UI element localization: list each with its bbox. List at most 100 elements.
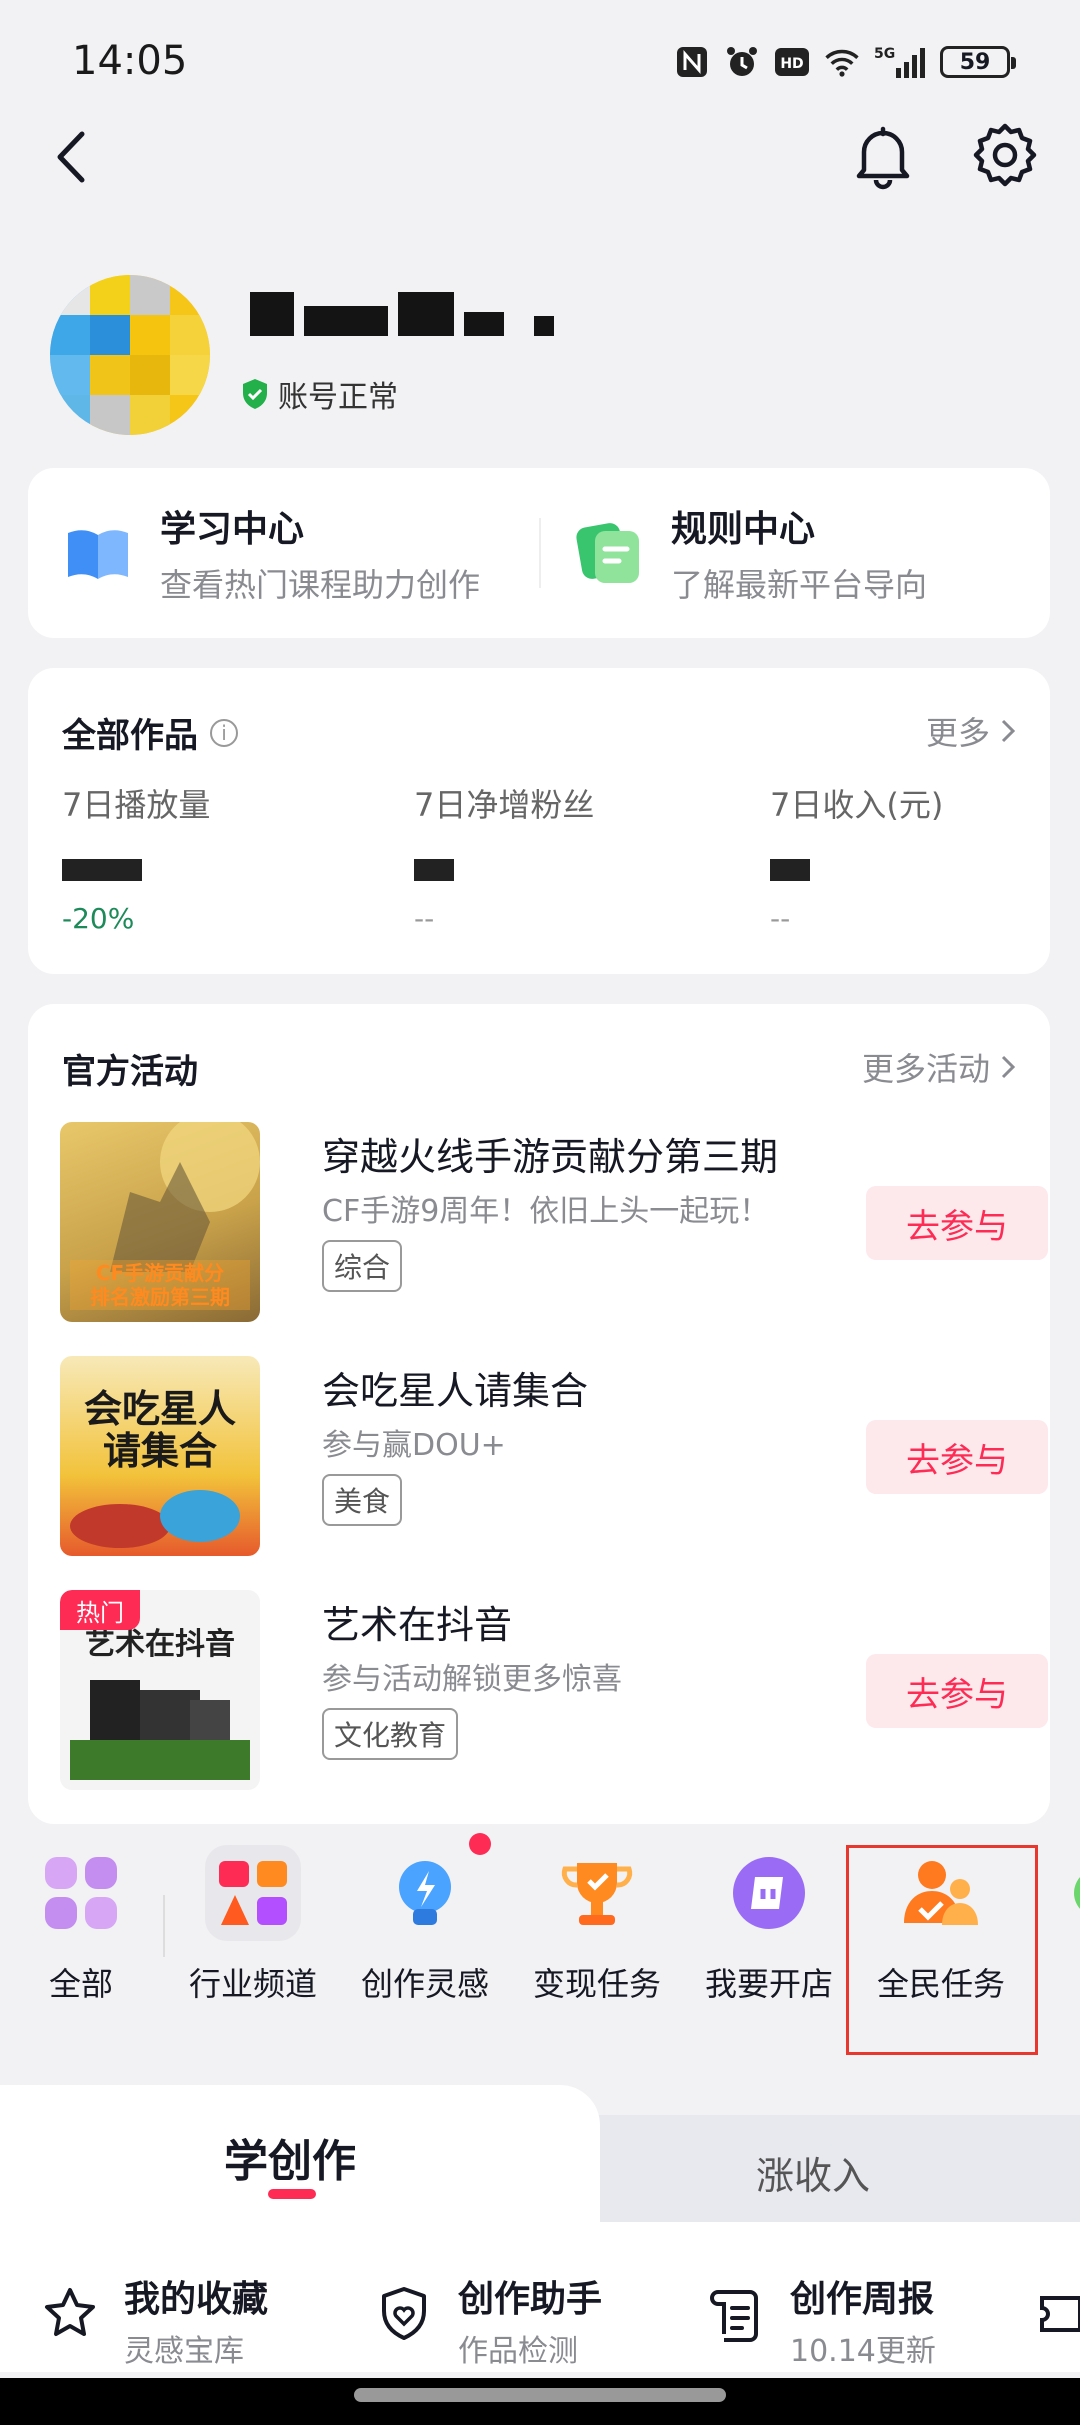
tool-label: 全部 xyxy=(48,1965,113,2003)
shortcut-assistant[interactable]: 创作助手 作品检测 xyxy=(374,2270,602,2370)
activity-item[interactable]: 会吃星人 请集合 会吃星人请集合 参与赢DOU+ 美食 去参与 xyxy=(60,1356,1048,1556)
activity-tag: 综合 xyxy=(322,1240,403,1292)
tab-learn-create-label: 学创作 xyxy=(224,2136,356,2187)
hot-badge: 热门 xyxy=(60,1590,140,1630)
stat-plays-change: -20% xyxy=(62,902,135,935)
stat-income-label: 7日收入(元) xyxy=(770,786,944,824)
redaction-block xyxy=(250,292,294,336)
activity-tag: 美食 xyxy=(322,1474,403,1526)
redaction-block xyxy=(398,292,454,336)
notifications-button[interactable] xyxy=(850,120,916,190)
stat-income-value xyxy=(770,846,943,886)
shop-icon xyxy=(721,1845,817,1941)
join-button[interactable]: 去参与 xyxy=(866,1420,1048,1494)
avatar[interactable] xyxy=(50,275,210,435)
activity-name: 艺术在抖音 xyxy=(322,1603,513,1647)
chevron-right-icon xyxy=(1001,1055,1016,1079)
activity-item[interactable]: CF手游贡献分 排名激励第三期 穿越火线手游贡献分第三期 CF手游9周年！依旧上… xyxy=(60,1122,1048,1322)
settings-button[interactable] xyxy=(970,120,1040,190)
join-button[interactable]: 去参与 xyxy=(866,1186,1048,1260)
partial-tool-icon xyxy=(1040,1845,1080,1941)
home-indicator[interactable] xyxy=(354,2388,726,2402)
shortcut-favorites[interactable]: 我的收藏 灵感宝库 xyxy=(40,2270,268,2370)
username-redacted xyxy=(250,290,554,338)
thumbnail-text: CF手游贡献分 xyxy=(96,1261,224,1285)
activity-name: 会吃星人请集合 xyxy=(322,1369,589,1413)
activities-more-link[interactable]: 更多活动 xyxy=(862,1044,1016,1090)
system-nav-bar xyxy=(0,2378,1080,2425)
status-bar: 14:05 HD 5G 59 xyxy=(0,0,1080,120)
account-status: 账号正常 xyxy=(240,372,398,416)
back-button[interactable] xyxy=(44,122,104,192)
tab-underline xyxy=(268,2189,316,2199)
activity-tag: 文化教育 xyxy=(322,1708,459,1760)
rules-center-subtitle: 了解最新平台导向 xyxy=(671,566,928,604)
shortcuts-row: 我的收藏 灵感宝库 创作助手 作品检测 创作周报 10.14更新 xyxy=(0,2222,1080,2372)
stat-plays-label: 7日播放量 xyxy=(62,786,211,824)
activity-thumbnail: CF手游贡献分 排名激励第三期 xyxy=(60,1122,260,1322)
redaction-block xyxy=(304,306,388,336)
stat-income[interactable]: 7日收入(元) -- xyxy=(770,780,943,935)
works-card: 全部作品 i 更多 7日播放量 -20% 7日净增粉丝 -- 7日收入(元) -… xyxy=(28,668,1050,974)
activity-desc: 参与赢DOU+ xyxy=(322,1428,506,1463)
chevron-right-icon xyxy=(1001,719,1016,743)
grid-icon xyxy=(33,1845,129,1941)
works-title: 全部作品 i xyxy=(62,708,238,757)
activity-thumbnail: 艺术在抖音 热门 xyxy=(60,1590,260,1790)
wifi-icon xyxy=(824,44,860,80)
works-more-link[interactable]: 更多 xyxy=(926,708,1016,754)
stat-followers-label: 7日净增粉丝 xyxy=(414,786,595,824)
redaction-block xyxy=(534,316,554,336)
shortcut-partial[interactable] xyxy=(1036,2270,1080,2344)
chevron-left-icon xyxy=(57,131,85,183)
stat-income-change: -- xyxy=(770,902,791,935)
battery-indicator: 59 xyxy=(940,46,1016,78)
tool-all[interactable]: 全部 xyxy=(0,1845,166,2005)
info-icon[interactable]: i xyxy=(210,718,238,747)
account-status-label: 账号正常 xyxy=(278,380,398,415)
tool-monetize[interactable]: 变现任务 xyxy=(512,1845,682,2005)
nfc-icon xyxy=(674,44,710,80)
network-label: 5G xyxy=(874,46,895,62)
ticket-icon xyxy=(1040,2296,1080,2332)
shortcut-weekly-report[interactable]: 创作周报 10.14更新 xyxy=(706,2270,936,2370)
tool-partial[interactable] xyxy=(1040,1845,1080,1941)
report-icon xyxy=(710,2290,758,2342)
tool-open-shop[interactable]: 我要开店 xyxy=(684,1845,854,2005)
stat-followers[interactable]: 7日净增粉丝 -- xyxy=(414,780,594,935)
tool-label: 行业频道 xyxy=(188,1965,317,2003)
stat-followers-value xyxy=(414,846,594,886)
star-icon xyxy=(45,2288,95,2336)
shield-heart-icon xyxy=(382,2287,426,2340)
rules-center[interactable]: 规则中心 了解最新平台导向 xyxy=(539,468,1050,638)
stat-plays-value xyxy=(62,846,210,886)
thumbnail-text: 排名激励第三期 xyxy=(90,1285,230,1309)
tool-inspiration[interactable]: 创作灵感 xyxy=(340,1833,510,2005)
stat-plays[interactable]: 7日播放量 -20% xyxy=(62,780,210,935)
gear-icon xyxy=(973,123,1037,187)
activities-card: 官方活动 更多活动 CF手游贡献分 排名激励第三期 穿越火线手游贡献分第三期 C… xyxy=(28,1004,1050,1824)
learn-card: 学习中心 查看热门课程助力创作 规则中心 了解最新平台导向 xyxy=(28,468,1050,638)
hd-icon: HD xyxy=(774,44,810,80)
tab-increase-income[interactable]: 涨收入 xyxy=(756,2145,870,2200)
thumbnail-text: 会吃星人 xyxy=(84,1387,236,1431)
lightbulb-icon xyxy=(377,1833,491,1941)
tool-label: 创作灵感 xyxy=(360,1965,489,2003)
learning-center[interactable]: 学习中心 查看热门课程助力创作 xyxy=(28,468,539,638)
tool-industry[interactable]: 行业频道 xyxy=(168,1845,338,2005)
shortcut-title: 我的收藏 xyxy=(124,2279,269,2320)
shortcut-subtitle: 作品检测 xyxy=(458,2334,578,2369)
thumbnail-text: 艺术在抖音 xyxy=(85,1627,235,1662)
activity-desc: CF手游9周年！依旧上头一起玩！ xyxy=(322,1194,770,1229)
rules-icon xyxy=(576,523,639,583)
activity-desc: 参与活动解锁更多惊喜 xyxy=(322,1662,622,1697)
join-button[interactable]: 去参与 xyxy=(866,1654,1048,1728)
book-icon xyxy=(68,530,128,579)
learning-center-title: 学习中心 xyxy=(160,509,305,550)
rules-center-title: 规则中心 xyxy=(671,509,816,550)
thumbnail-text: 请集合 xyxy=(103,1429,217,1473)
activities-more-label: 更多活动 xyxy=(861,1050,990,1088)
activities-title: 官方活动 xyxy=(62,1052,198,1092)
tool-label: 我要开店 xyxy=(704,1965,833,2003)
activity-item[interactable]: 艺术在抖音 热门 艺术在抖音 参与活动解锁更多惊喜 文化教育 去参与 xyxy=(60,1590,1048,1790)
